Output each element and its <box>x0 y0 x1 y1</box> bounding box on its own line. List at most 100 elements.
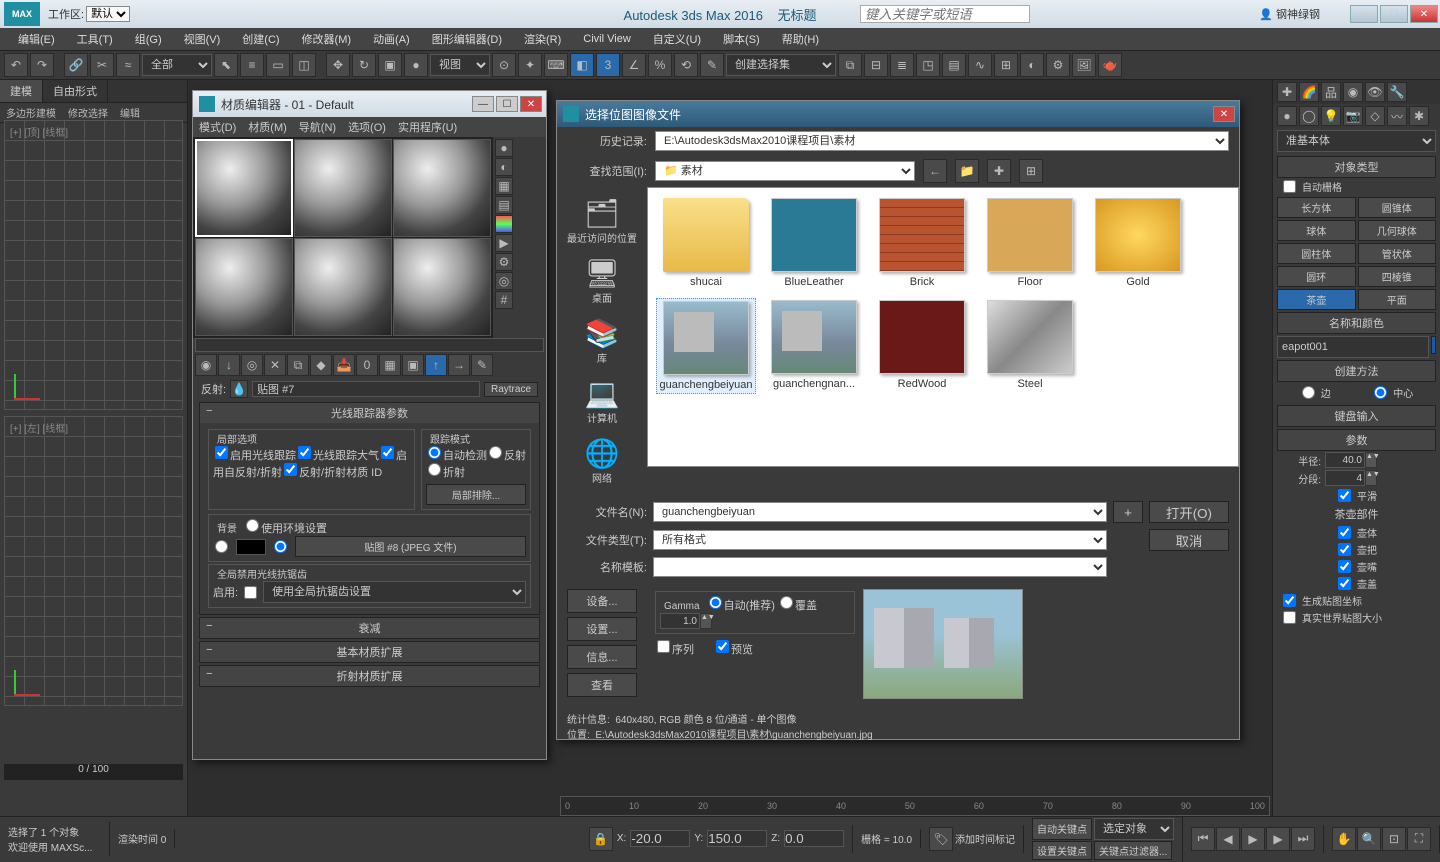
eyedropper-icon[interactable]: 💧 <box>230 380 248 398</box>
shapes-icon[interactable]: ◯ <box>1299 106 1319 126</box>
put-to-scene-icon[interactable]: ↓ <box>218 354 240 376</box>
realworld-checkbox[interactable]: 真实世界贴图大小 <box>1277 609 1436 626</box>
time-tag-icon[interactable]: 🏷 <box>929 827 953 851</box>
setup-button[interactable]: 设置... <box>567 617 637 641</box>
unlink-button[interactable]: ✂ <box>90 53 114 77</box>
render-frame-button[interactable]: 🖼 <box>1072 53 1096 77</box>
utilities-tab-icon[interactable]: 🔧 <box>1387 82 1407 102</box>
show-end-icon[interactable]: ▣ <box>402 354 424 376</box>
material-slot-3[interactable] <box>393 139 491 237</box>
placement-button[interactable]: ● <box>404 53 428 77</box>
antialias-dropdown[interactable]: 使用全局抗锯齿设置 <box>263 581 526 603</box>
lights-icon[interactable]: 💡 <box>1321 106 1341 126</box>
align-button[interactable]: ⊟ <box>864 53 888 77</box>
file-dialog-close-button[interactable]: ✕ <box>1213 106 1235 122</box>
zoom-icon[interactable]: 🔍 <box>1357 827 1381 851</box>
make-unique-icon[interactable]: ◆ <box>310 354 332 376</box>
create-method-header[interactable]: 创建方法 <box>1277 360 1436 382</box>
primitive-button[interactable]: 茶壶 <box>1277 289 1356 310</box>
add-time-tag[interactable]: 添加时间标记 <box>955 831 1015 846</box>
primitive-button[interactable]: 长方体 <box>1277 197 1356 218</box>
go-parent-icon[interactable]: ↑ <box>425 354 447 376</box>
menu-item[interactable]: 自定义(U) <box>643 29 711 49</box>
tab-freeform[interactable]: 自由形式 <box>43 80 108 102</box>
open-button[interactable]: 打开(O) <box>1149 501 1229 523</box>
time-ruler[interactable]: 0102030405060708090100 <box>560 796 1270 816</box>
angle-snap-button[interactable]: ∠ <box>622 53 646 77</box>
up-icon[interactable]: 📁 <box>955 159 979 183</box>
menu-item[interactable]: 选项(O) <box>348 119 386 135</box>
material-slot-2[interactable] <box>294 139 392 237</box>
name-template-dropdown[interactable] <box>653 557 1107 577</box>
display-tab-icon[interactable]: 👁 <box>1365 82 1385 102</box>
use-env-radio[interactable]: 使用环境设置 <box>244 523 327 535</box>
sample-uv-icon[interactable]: ▤ <box>495 196 513 214</box>
file-list[interactable]: shucaiBlueLeatherBrickFloorGoldguancheng… <box>647 187 1239 467</box>
autokey-target[interactable]: 选定对象 <box>1094 818 1174 840</box>
backlight-icon[interactable]: ◐ <box>495 158 513 176</box>
zoom-extents-icon[interactable]: ⊡ <box>1382 827 1406 851</box>
make-preview-icon[interactable]: ▶ <box>495 234 513 252</box>
viewport-left[interactable]: [+] [左] [线框] <box>4 416 183 706</box>
edge-radio[interactable]: 边 <box>1296 384 1335 401</box>
menu-item[interactable]: 帮助(H) <box>772 29 829 49</box>
snap-toggle[interactable]: ◧ <box>570 53 594 77</box>
place-item[interactable]: 🖥桌面 <box>557 251 647 311</box>
y-coord-input[interactable] <box>707 830 767 847</box>
back-icon[interactable]: ← <box>923 159 947 183</box>
frame-indicator[interactable]: 0 / 100 <box>4 764 183 780</box>
motion-tab-icon[interactable]: ◉ <box>1343 82 1363 102</box>
curve-editor-button[interactable]: ∿ <box>968 53 992 77</box>
menu-item[interactable]: 视图(V) <box>174 29 231 49</box>
user-label[interactable]: 👤 钢神绿钢 <box>1259 6 1320 22</box>
file-item[interactable]: shucai <box>656 196 756 290</box>
window-crossing-button[interactable]: ◫ <box>292 53 316 77</box>
help-search-input[interactable] <box>860 5 1030 23</box>
params-header[interactable]: 参数 <box>1277 429 1436 451</box>
primitive-button[interactable]: 圆锥体 <box>1358 197 1437 218</box>
pivot-button[interactable]: ⊙ <box>492 53 516 77</box>
menu-item[interactable]: 编辑(E) <box>8 29 65 49</box>
menu-item[interactable]: Civil View <box>573 31 640 47</box>
primitive-button[interactable]: 球体 <box>1277 220 1356 241</box>
select-by-mat-icon[interactable]: ◎ <box>495 272 513 290</box>
trace-mode-radio[interactable]: 折射 <box>426 467 465 479</box>
hierarchy-tab-icon[interactable]: 品 <box>1321 82 1341 102</box>
smooth-checkbox[interactable]: 平滑 <box>1277 487 1436 504</box>
basic-ext-rollout[interactable]: 基本材质扩展 <box>200 642 539 662</box>
color-swatch[interactable] <box>1431 336 1436 354</box>
file-item[interactable]: Floor <box>980 196 1080 290</box>
workspace-selector[interactable]: 工作区: 默认 <box>48 6 130 22</box>
file-item[interactable]: guanchengbeiyuan <box>656 298 756 394</box>
bg-map-radio[interactable] <box>274 540 287 553</box>
primitive-button[interactable]: 圆环 <box>1277 266 1356 287</box>
file-item[interactable]: Steel <box>980 298 1080 394</box>
move-button[interactable]: ✥ <box>326 53 350 77</box>
part-checkbox[interactable]: 壶体 <box>1277 524 1436 541</box>
pan-icon[interactable]: ✋ <box>1332 827 1356 851</box>
kbd-button[interactable]: ⌨ <box>544 53 568 77</box>
material-editor-button[interactable]: ◐ <box>1020 53 1044 77</box>
place-item[interactable]: 💻计算机 <box>557 371 647 431</box>
file-item[interactable]: RedWood <box>872 298 972 394</box>
z-coord-input[interactable] <box>784 830 844 847</box>
local-exclude-button[interactable]: 局部排除... <box>426 484 526 505</box>
radius-spinner[interactable]: ▲▼ <box>1325 452 1377 468</box>
mirror-button[interactable]: ⧉ <box>838 53 862 77</box>
raytrace-option[interactable]: 光线跟踪大气 <box>296 450 379 462</box>
bind-button[interactable]: ≈ <box>116 53 140 77</box>
bg-color-radio[interactable] <box>215 540 228 553</box>
place-item[interactable]: 📚库 <box>557 311 647 371</box>
menu-item[interactable]: 脚本(S) <box>713 29 770 49</box>
gen-map-checkbox[interactable]: 生成贴图坐标 <box>1277 592 1436 609</box>
manip-button[interactable]: ✦ <box>518 53 542 77</box>
file-item[interactable]: guanchengnan... <box>764 298 864 394</box>
dialog-minimize-button[interactable]: — <box>472 96 494 112</box>
ribbon-button[interactable]: ▤ <box>942 53 966 77</box>
keyboard-input-header[interactable]: 键盘输入 <box>1277 405 1436 427</box>
assign-icon[interactable]: ◎ <box>241 354 263 376</box>
center-radio[interactable]: 中心 <box>1368 384 1417 401</box>
material-slot-1[interactable] <box>195 139 293 237</box>
modify-tab-icon[interactable]: 🌈 <box>1299 82 1319 102</box>
menu-item[interactable]: 导航(N) <box>299 119 336 135</box>
